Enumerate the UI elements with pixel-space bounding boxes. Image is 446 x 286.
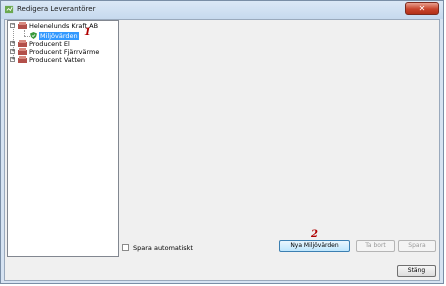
- supplier-icon: [18, 40, 27, 47]
- window-title: Redigera Leverantörer: [17, 5, 96, 13]
- tree-item-label: Miljövärden: [39, 32, 79, 40]
- expand-icon[interactable]: +: [10, 57, 15, 62]
- supplier-icon: [18, 48, 27, 55]
- autosave-label: Spara automatiskt: [133, 244, 193, 252]
- dialog-window: Redigera Leverantörer ✕ − Helenelunds Kr…: [0, 0, 444, 284]
- close-window-button[interactable]: ✕: [405, 2, 439, 15]
- supplier-tree[interactable]: − Helenelunds Kraft AB Miljövärden + Pro…: [7, 20, 119, 257]
- supplier-icon: [18, 22, 27, 29]
- autosave-checkbox[interactable]: [122, 244, 129, 251]
- tree-item-label: Producent Vatten: [29, 56, 86, 64]
- tree-item-label: Producent El: [29, 40, 70, 48]
- collapse-icon[interactable]: −: [10, 23, 15, 28]
- client-area: − Helenelunds Kraft AB Miljövärden + Pro…: [4, 19, 440, 281]
- shield-check-icon: [30, 32, 37, 39]
- delete-button[interactable]: Ta bort: [356, 240, 395, 252]
- expand-icon[interactable]: +: [10, 49, 15, 54]
- new-environment-values-button[interactable]: Nya Miljövärden: [279, 240, 350, 252]
- save-button[interactable]: Spara: [398, 240, 436, 252]
- close-button[interactable]: Stäng: [397, 265, 436, 277]
- app-icon: [5, 5, 14, 14]
- supplier-icon: [18, 56, 27, 63]
- annotation-marker-2: 2: [311, 229, 318, 240]
- title-bar[interactable]: Redigera Leverantörer ✕: [1, 1, 443, 19]
- annotation-marker-1: 1: [84, 27, 91, 38]
- expand-icon[interactable]: +: [10, 41, 15, 46]
- tree-item-label: Producent Fjärrvärme: [29, 48, 100, 56]
